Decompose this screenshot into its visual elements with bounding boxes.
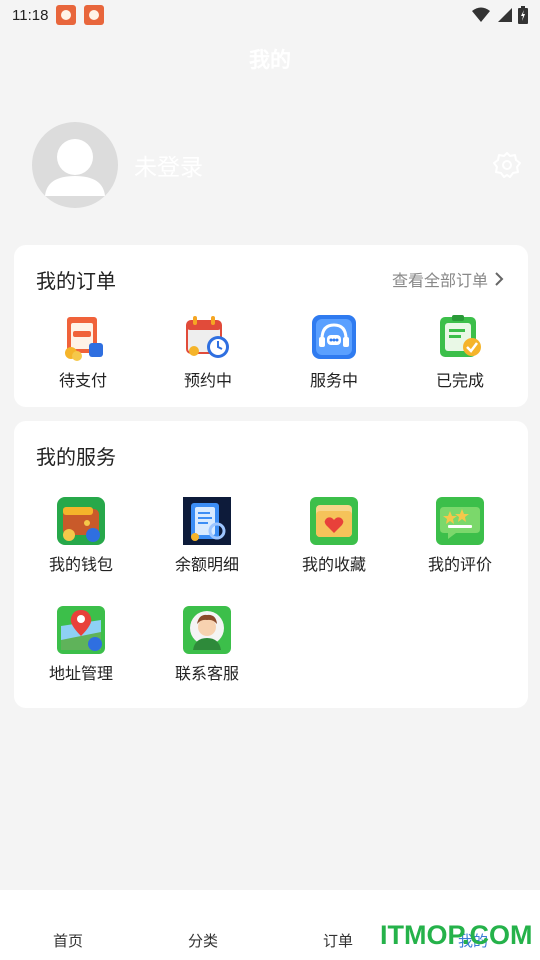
service-balance-detail[interactable]: 余额明细 (147, 497, 267, 575)
profile-section[interactable]: 未登录 (32, 122, 521, 212)
service-address[interactable]: 地址管理 (21, 606, 141, 684)
service-item-label: 联系客服 (174, 664, 239, 683)
address-map-icon (57, 606, 105, 654)
view-all-orders-link[interactable]: 查看全部订单 (392, 267, 504, 291)
order-item-label: 待支付 (58, 371, 107, 390)
watermark-logo: ITMOP.COM (380, 920, 533, 950)
services-card: 我的服务 我的钱包 余额明细 我的收藏 我的评价 地址管理 联系客服 (14, 421, 528, 708)
service-item-label: 我的评价 (427, 555, 492, 574)
calendar-clock-icon (186, 316, 229, 358)
order-in-service[interactable]: 服务中 (274, 313, 394, 391)
page-title: 我的 (249, 48, 291, 72)
orders-title: 我的订单 (36, 269, 116, 293)
favorites-icon (310, 497, 358, 545)
order-item-label: 已完成 (435, 371, 484, 390)
tab-orders[interactable]: 订单 (323, 930, 353, 951)
service-contact[interactable]: 联系客服 (147, 606, 267, 684)
headset-service-icon (312, 315, 356, 359)
wallet-icon (57, 497, 105, 545)
wifi-icon (472, 7, 490, 22)
battery-icon (518, 6, 528, 24)
service-reviews[interactable]: 我的评价 (400, 497, 520, 575)
clipboard-check-icon (440, 315, 481, 357)
service-item-label: 我的收藏 (301, 555, 366, 574)
login-status[interactable]: 未登录 (134, 148, 203, 182)
service-item-label: 余额明细 (174, 555, 239, 574)
customer-service-icon (183, 606, 231, 654)
user-placeholder-icon (45, 139, 105, 196)
order-item-label: 服务中 (309, 371, 358, 390)
tab-home[interactable]: 首页 (53, 930, 83, 951)
review-icon (436, 497, 484, 545)
services-title: 我的服务 (36, 445, 116, 469)
order-item-label: 预约中 (183, 371, 232, 390)
pending-payment-icon (65, 317, 103, 361)
notification-icon (84, 5, 105, 25)
notification-icon (56, 5, 77, 25)
status-time: 11:18 (12, 6, 49, 24)
avatar[interactable] (32, 122, 118, 208)
status-bar: 11:18 (0, 0, 540, 30)
order-pending-payment[interactable]: 待支付 (23, 313, 143, 391)
balance-detail-icon (183, 497, 231, 545)
service-wallet[interactable]: 我的钱包 (21, 497, 141, 575)
order-completed[interactable]: 已完成 (400, 313, 520, 391)
view-all-orders-label: 查看全部订单 (391, 271, 488, 290)
service-favorites[interactable]: 我的收藏 (274, 497, 394, 575)
order-scheduled[interactable]: 预约中 (148, 313, 268, 391)
settings-icon[interactable] (492, 150, 522, 180)
orders-card: 我的订单 查看全部订单 待支付 预约中 服务中 已完成 (14, 245, 528, 407)
chevron-right-icon (495, 272, 504, 286)
service-item-label: 地址管理 (48, 664, 113, 683)
tab-category[interactable]: 分类 (188, 930, 218, 951)
signal-icon (498, 8, 512, 22)
service-item-label: 我的钱包 (48, 555, 113, 574)
